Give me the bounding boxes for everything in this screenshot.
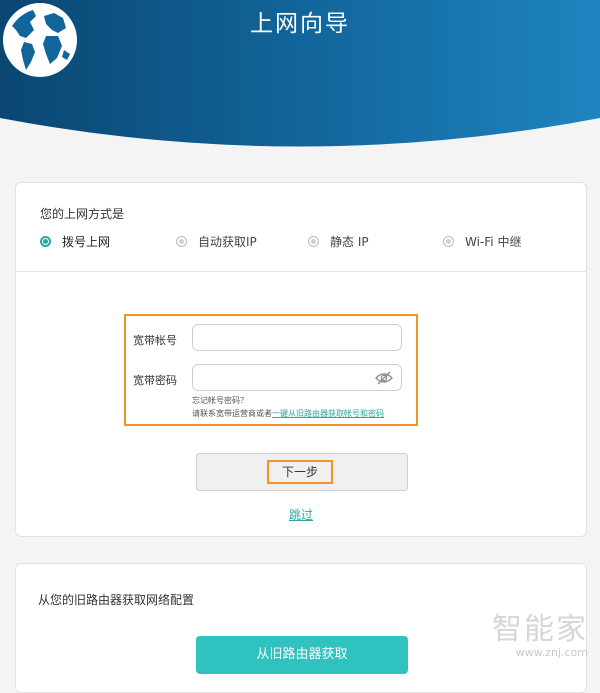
globe-icon (3, 3, 77, 77)
get-from-old-router-button[interactable]: 从旧路由器获取 (196, 636, 408, 674)
radio-static-ip[interactable]: 静态 IP (308, 233, 369, 250)
watermark-url: www.znj.com (515, 646, 588, 659)
account-label: 宽带帐号 (133, 334, 177, 347)
header-banner: 上网向导 (0, 0, 600, 160)
connection-setup-card: 您的上网方式是 拨号上网 自动获取IP 静态 IP Wi-Fi 中继 宽带帐号 … (15, 182, 587, 537)
radio-dhcp[interactable]: 自动获取IP (176, 233, 257, 250)
connection-type-label: 您的上网方式是 (40, 207, 125, 221)
radio-selected-indicator (40, 236, 51, 247)
radio-label: 静态 IP (330, 235, 369, 249)
watermark: 智能家 www.znj.com (492, 612, 588, 660)
password-input[interactable] (192, 364, 402, 391)
page-title: 上网向导 (250, 11, 350, 37)
radio-indicator (176, 236, 187, 247)
credentials-form: 宽带帐号 宽带密码 忘记帐号密码？ 请联系宽带运营商或者一键从旧路由器获取帐号和… (124, 314, 418, 426)
radio-wifi-repeater[interactable]: Wi-Fi 中继 (443, 233, 521, 250)
account-input[interactable] (192, 324, 402, 351)
import-credentials-link[interactable]: 一键从旧路由器获取帐号和密码 (272, 409, 384, 418)
skip-link[interactable]: 跳过 (16, 506, 586, 523)
connection-type-group: 拨号上网 自动获取IP 静态 IP Wi-Fi 中继 (40, 233, 580, 253)
radio-indicator (308, 236, 319, 247)
radio-label: Wi-Fi 中继 (465, 235, 522, 249)
radio-label: 自动获取IP (198, 235, 257, 249)
next-button[interactable]: 下一步 (196, 453, 408, 491)
password-label: 宽带密码 (133, 374, 177, 387)
old-router-title: 从您的旧路由器获取网络配置 (38, 593, 195, 607)
contact-hint: 请联系宽带运营商或者一键从旧路由器获取帐号和密码 (192, 408, 384, 419)
radio-label: 拨号上网 (62, 235, 111, 249)
forgot-credentials-text: 忘记帐号密码？ (192, 396, 248, 405)
watermark-brand: 智能家 (492, 612, 588, 647)
radio-pppoe[interactable]: 拨号上网 (40, 233, 110, 250)
section-divider (16, 271, 586, 272)
radio-indicator (443, 236, 454, 247)
contact-text: 请联系宽带运营商或者 (192, 409, 272, 418)
toggle-visibility-icon[interactable] (375, 371, 393, 385)
next-button-label: 下一步 (267, 460, 333, 484)
